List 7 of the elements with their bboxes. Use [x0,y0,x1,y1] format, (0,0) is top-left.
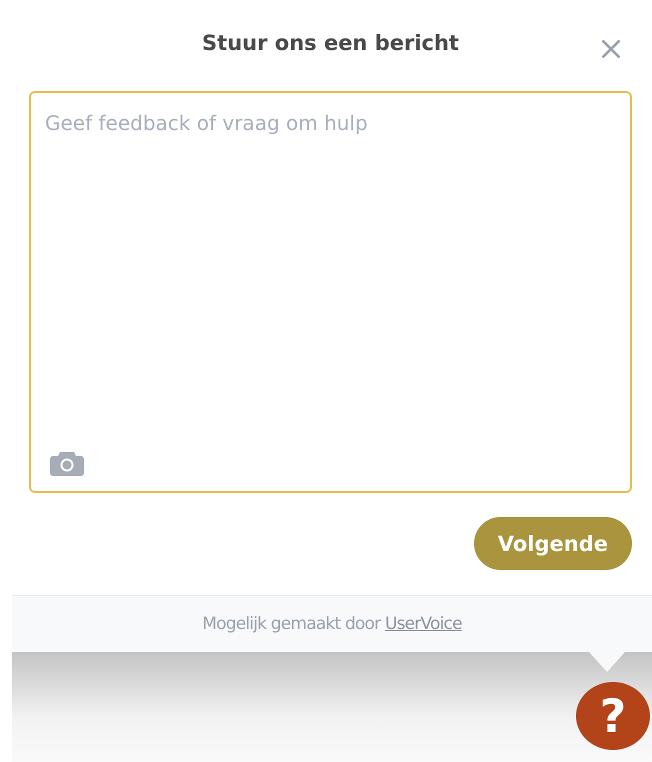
powered-by-text: Mogelijk gemaakt door UserVoice [202,614,462,634]
uservoice-link[interactable]: UserVoice [384,614,462,634]
help-button[interactable]: ? [576,682,650,750]
dialog-title: Stuur ons een bericht [202,30,459,54]
next-button[interactable]: Volgende [474,517,632,570]
message-field[interactable]: Geef feedback of vraag om hulp [29,91,632,493]
close-icon[interactable] [600,38,622,60]
